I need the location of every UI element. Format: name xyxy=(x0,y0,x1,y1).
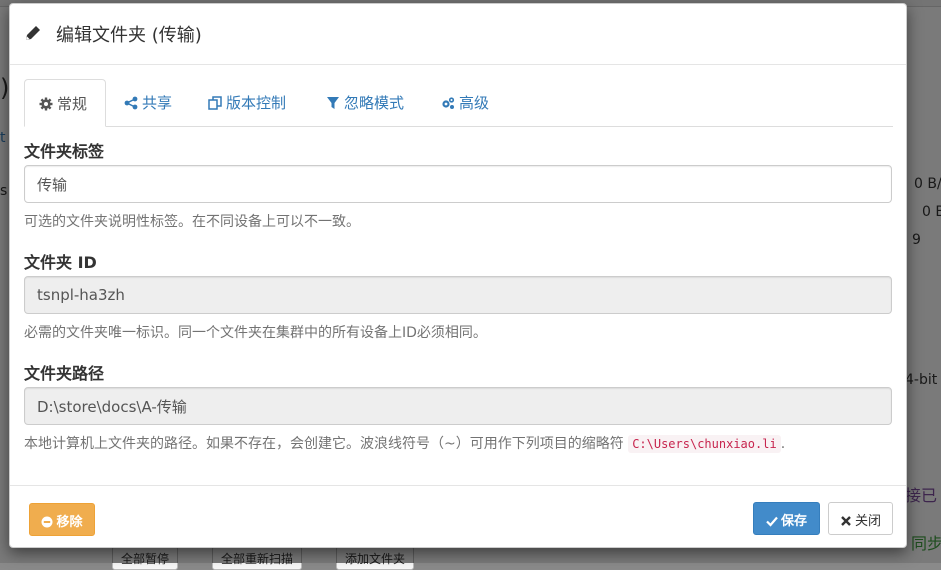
tab-label: 共享 xyxy=(142,94,173,112)
pencil-icon xyxy=(26,26,40,40)
check-icon xyxy=(766,516,778,527)
gear-icon xyxy=(39,97,53,111)
close-button-label: 关闭 xyxy=(854,514,881,529)
folder-id-title: 文件夹 ID xyxy=(24,253,97,272)
folder-id-input[interactable] xyxy=(24,276,892,314)
tab-label: 高级 xyxy=(459,94,490,112)
tab-bar: 常规 共享 版本控制 忽略模式 高级 xyxy=(24,79,893,127)
tab-general[interactable]: 常规 xyxy=(24,79,106,127)
tab-sharing[interactable]: 共享 xyxy=(110,79,186,126)
home-path-code: C:\Users\chunxiao.li xyxy=(628,435,781,453)
folder-path-help-suffix: . xyxy=(780,436,786,452)
folder-label-title: 文件夹标签 xyxy=(24,142,105,161)
folder-path-input[interactable] xyxy=(24,387,892,425)
modal-title: 编辑文件夹 (传输) xyxy=(56,25,202,46)
modal-footer: 移除 保存 关闭 xyxy=(10,485,906,548)
folder-path-help: 本地计算机上文件夹的路径。如果不存在，会创建它。波浪线符号（~）可用作下列项目的… xyxy=(24,433,785,453)
tab-label: 忽略模式 xyxy=(344,94,405,112)
close-icon xyxy=(841,516,851,526)
cogs-icon xyxy=(442,97,455,109)
folder-path-help-text: 本地计算机上文件夹的路径。如果不存在，会创建它。波浪线符号（~）可用作下列项目的… xyxy=(24,436,624,452)
remove-button-label: 移除 xyxy=(56,515,83,530)
remove-button[interactable]: 移除 xyxy=(29,503,95,536)
modal-header: 编辑文件夹 (传输) xyxy=(10,4,906,65)
save-button[interactable]: 保存 xyxy=(753,502,820,535)
edit-folder-dialog: 编辑文件夹 (传输) 常规 共享 版本控制 忽略模式 高级 文件夹标签 传输 可… xyxy=(9,3,907,548)
folder-path-title: 文件夹路径 xyxy=(24,364,105,383)
minus-circle-icon xyxy=(41,516,53,528)
share-icon xyxy=(124,96,138,110)
close-button[interactable]: 关闭 xyxy=(828,502,893,535)
tab-label: 常规 xyxy=(57,95,88,113)
save-button-label: 保存 xyxy=(780,514,807,529)
tab-versioning[interactable]: 版本控制 xyxy=(194,79,300,126)
folder-label-help: 可选的文件夹说明性标签。在不同设备上可以不一致。 xyxy=(24,214,360,230)
folder-label-input[interactable] xyxy=(24,165,892,203)
filter-icon xyxy=(327,97,339,109)
tab-label: 版本控制 xyxy=(226,94,287,112)
tab-ignore-patterns[interactable]: 忽略模式 xyxy=(312,79,418,126)
tab-advanced[interactable]: 高级 xyxy=(427,79,503,126)
folder-id-help: 必需的文件夹唯一标识。同一个文件夹在集群中的所有设备上ID必须相同。 xyxy=(24,325,487,341)
copy-icon xyxy=(208,96,222,110)
